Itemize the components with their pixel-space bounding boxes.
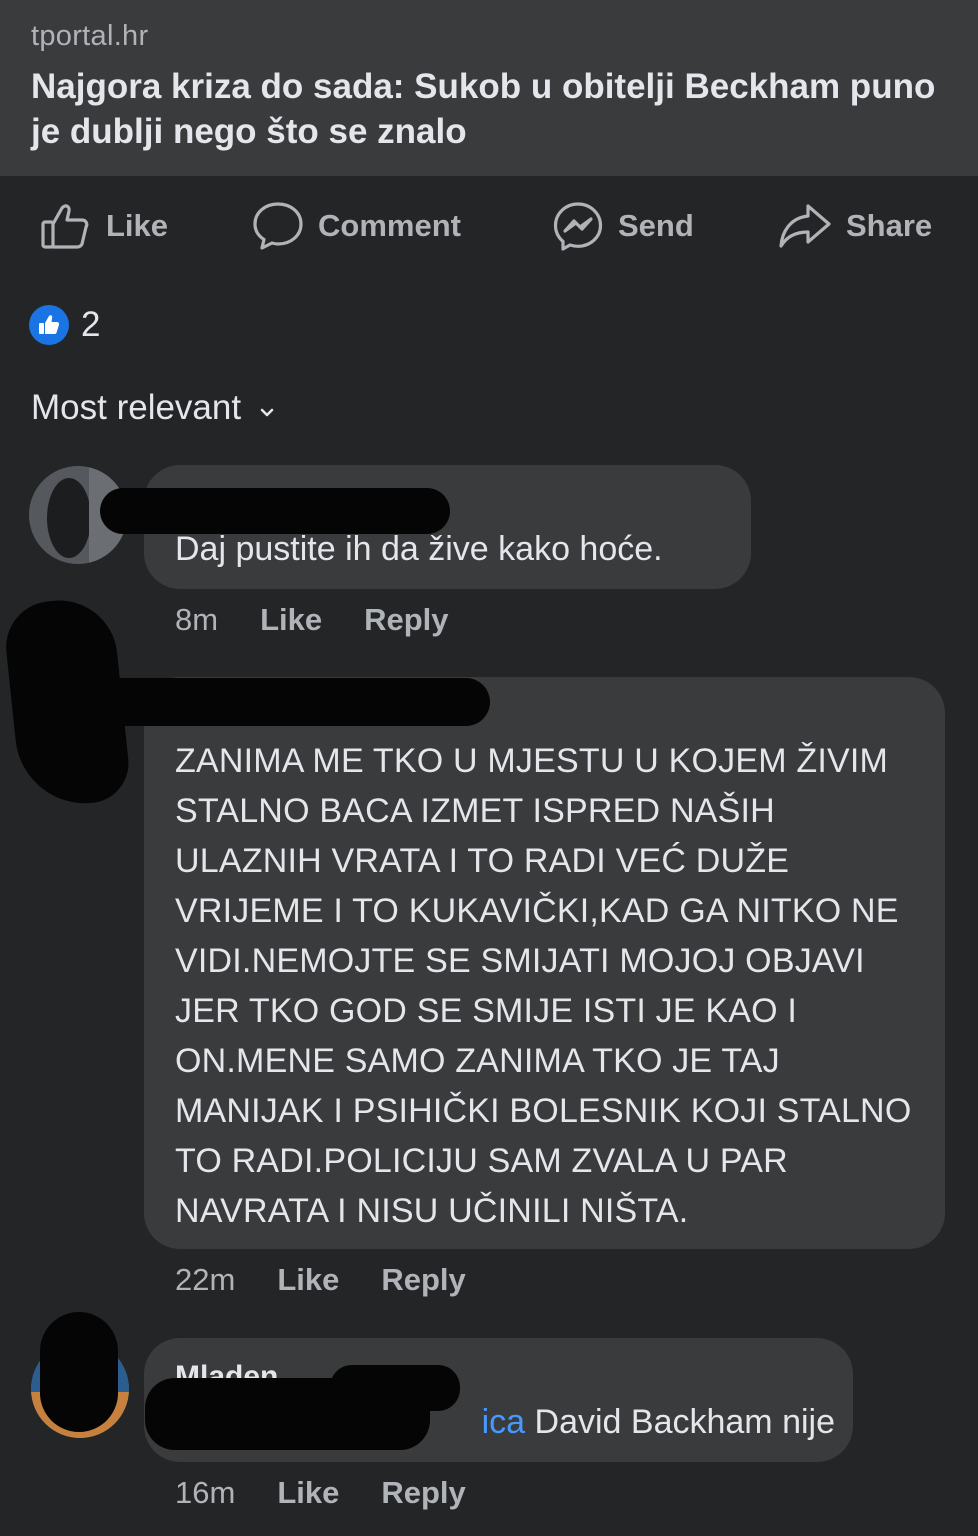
like-button-label: Like xyxy=(106,208,169,243)
comment-button[interactable]: Comment xyxy=(252,198,461,254)
like-button[interactable]: Like xyxy=(40,198,168,254)
comment-time[interactable]: 8m xyxy=(175,602,218,638)
reaction-count: 2 xyxy=(81,305,101,344)
sort-label: Most relevant xyxy=(31,388,242,427)
send-button[interactable]: Send xyxy=(552,198,694,254)
comment-meta: 22m Like Reply xyxy=(175,1262,466,1298)
redaction-mark xyxy=(40,1312,118,1432)
mention-link[interactable]: ica xyxy=(482,1403,525,1441)
comment-reply-button[interactable]: Reply xyxy=(381,1475,465,1511)
redaction-mark xyxy=(330,1365,460,1411)
chevron-down-icon xyxy=(259,388,275,428)
share-arrow-icon xyxy=(778,200,832,252)
reaction-summary[interactable]: 2 xyxy=(29,305,100,345)
comment-like-button[interactable]: Like xyxy=(260,602,322,638)
like-reaction-icon xyxy=(29,305,69,345)
comment-text-body: David Backham nije xyxy=(525,1403,835,1441)
comment-text: ZANIMA ME TKO U MJESTU U KOJEM ŽIVIM STA… xyxy=(175,742,912,1230)
comment-time[interactable]: 22m xyxy=(175,1262,235,1298)
thumbs-up-icon xyxy=(40,200,92,252)
redaction-mark xyxy=(60,678,490,726)
comment-reply-button[interactable]: Reply xyxy=(381,1262,465,1298)
comment-like-button[interactable]: Like xyxy=(277,1475,339,1511)
send-button-label: Send xyxy=(618,208,694,243)
comment-bubble-icon xyxy=(252,200,304,252)
comment-reply-button[interactable]: Reply xyxy=(364,602,448,638)
comment-meta: 16m Like Reply xyxy=(175,1475,466,1511)
link-domain: tportal.hr xyxy=(31,20,149,52)
share-button-label: Share xyxy=(846,208,933,243)
comment-like-button[interactable]: Like xyxy=(277,1262,339,1298)
redaction-mark xyxy=(100,488,450,534)
post-action-bar: Like Comment Send Share xyxy=(0,176,978,276)
comment-meta: 8m Like Reply xyxy=(175,602,449,638)
share-button[interactable]: Share xyxy=(778,198,932,254)
comment-sort-dropdown[interactable]: Most relevant xyxy=(31,388,275,428)
link-preview-card[interactable]: tportal.hr Najgora kriza do sada: Sukob … xyxy=(0,0,978,176)
link-title[interactable]: Najgora kriza do sada: Sukob u obitelji … xyxy=(31,64,941,154)
comment-button-label: Comment xyxy=(318,208,461,243)
comment-time[interactable]: 16m xyxy=(175,1475,235,1511)
comment-bubble: ZANIMA ME TKO U MJESTU U KOJEM ŽIVIM STA… xyxy=(144,677,945,1249)
messenger-icon xyxy=(552,200,604,252)
